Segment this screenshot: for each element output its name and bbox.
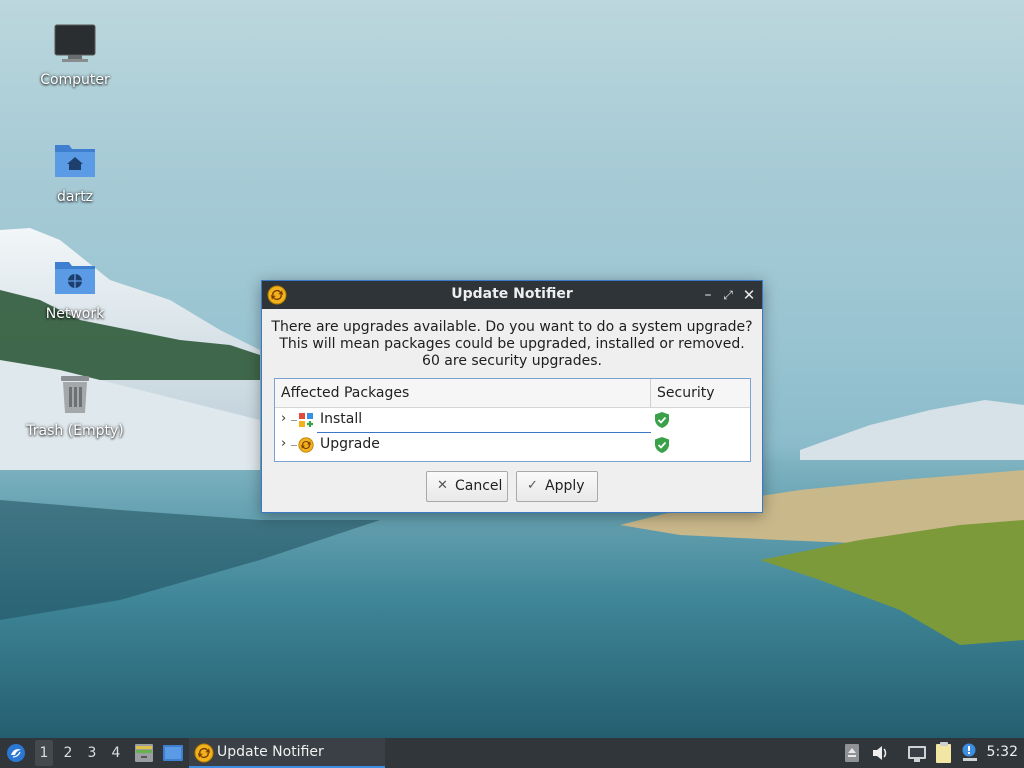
- file-manager-launcher[interactable]: [133, 738, 155, 768]
- cancel-button[interactable]: ✕ Cancel: [426, 471, 508, 502]
- desktop-icon-label: Trash (Empty): [26, 423, 124, 439]
- tree-row-label: Install: [320, 411, 363, 427]
- task-update-notifier[interactable]: Update Notifier: [189, 738, 385, 768]
- file-cabinet-icon: [135, 744, 153, 762]
- workspace-3[interactable]: 3: [83, 745, 101, 761]
- network-folder-icon: [52, 256, 98, 302]
- cancel-x-icon: ✕: [437, 478, 448, 493]
- message-line: This will mean packages could be upgrade…: [279, 336, 745, 352]
- table-header: Affected Packages Security: [275, 379, 750, 408]
- apply-button[interactable]: ✓ Apply: [516, 471, 598, 502]
- distro-logo-icon: [7, 744, 25, 762]
- desktop-icon: [163, 745, 183, 761]
- desktop-icon-label: Computer: [40, 72, 110, 88]
- column-header-security[interactable]: Security: [657, 385, 715, 401]
- tree-row-upgrade[interactable]: › Upgrade: [275, 433, 750, 458]
- tray-eject-icon[interactable]: [843, 738, 861, 768]
- clock[interactable]: 5:32: [987, 744, 1018, 760]
- home-folder-icon: [52, 139, 98, 185]
- workspace-1[interactable]: 1: [35, 740, 53, 766]
- affected-packages-tree[interactable]: Affected Packages Security › Install › U…: [274, 378, 751, 462]
- desktop-icon-label: dartz: [56, 189, 94, 205]
- dialog-title: Update Notifier: [451, 286, 573, 302]
- update-notification-tray-icon[interactable]: [960, 738, 980, 768]
- trash-icon: [52, 373, 98, 419]
- cancel-button-label: Cancel: [455, 478, 503, 494]
- network-monitor-icon[interactable]: [906, 738, 928, 768]
- update-notifier-dialog: Update Notifier – ⤢ ✕ There are upgrades…: [261, 280, 763, 513]
- desktop-icon-computer[interactable]: Computer: [20, 22, 130, 88]
- show-desktop-button[interactable]: [161, 738, 185, 768]
- dialog-message: There are upgrades available. Do you wan…: [262, 309, 762, 370]
- desktop-icon-label: Network: [45, 306, 105, 322]
- expand-chevron-icon[interactable]: ›: [281, 436, 286, 451]
- desktop-icon-network[interactable]: Network: [20, 256, 130, 322]
- update-notifier-icon: [194, 743, 214, 763]
- task-label: Update Notifier: [217, 744, 324, 760]
- tree-row-label: Upgrade: [320, 436, 380, 452]
- desktop-icon-home-folder[interactable]: dartz: [20, 139, 130, 205]
- workspace-2[interactable]: 2: [59, 745, 77, 761]
- shield-check-icon: [654, 436, 670, 454]
- minimize-icon[interactable]: –: [699, 285, 717, 305]
- message-line: There are upgrades available. Do you wan…: [271, 319, 753, 335]
- workspace-4[interactable]: 4: [107, 745, 125, 761]
- shield-check-icon: [654, 411, 670, 429]
- upgrade-icon: [298, 437, 314, 453]
- column-separator: [650, 379, 651, 408]
- tree-row-install[interactable]: › Install: [275, 408, 750, 433]
- tree-line: [291, 420, 297, 421]
- dialog-titlebar[interactable]: Update Notifier – ⤢ ✕: [262, 281, 762, 309]
- desktop-icon-trash[interactable]: Trash (Empty): [20, 373, 130, 439]
- column-header-affected-packages[interactable]: Affected Packages: [281, 385, 409, 401]
- clipboard-icon[interactable]: [933, 738, 955, 768]
- expand-chevron-icon[interactable]: ›: [281, 411, 286, 426]
- install-icon: [298, 412, 314, 428]
- computer-icon: [52, 22, 98, 68]
- tree-line: [291, 445, 297, 446]
- close-icon[interactable]: ✕: [740, 285, 758, 305]
- taskbar: 1 2 3 4 Update Notifier 5:32: [0, 738, 1024, 768]
- message-line: 60 are security upgrades.: [422, 353, 602, 369]
- apply-button-label: Apply: [545, 478, 585, 494]
- start-menu-button[interactable]: [4, 738, 28, 768]
- checkmark-icon: ✓: [527, 478, 538, 493]
- volume-icon[interactable]: [870, 738, 890, 768]
- maximize-icon[interactable]: ⤢: [719, 285, 737, 305]
